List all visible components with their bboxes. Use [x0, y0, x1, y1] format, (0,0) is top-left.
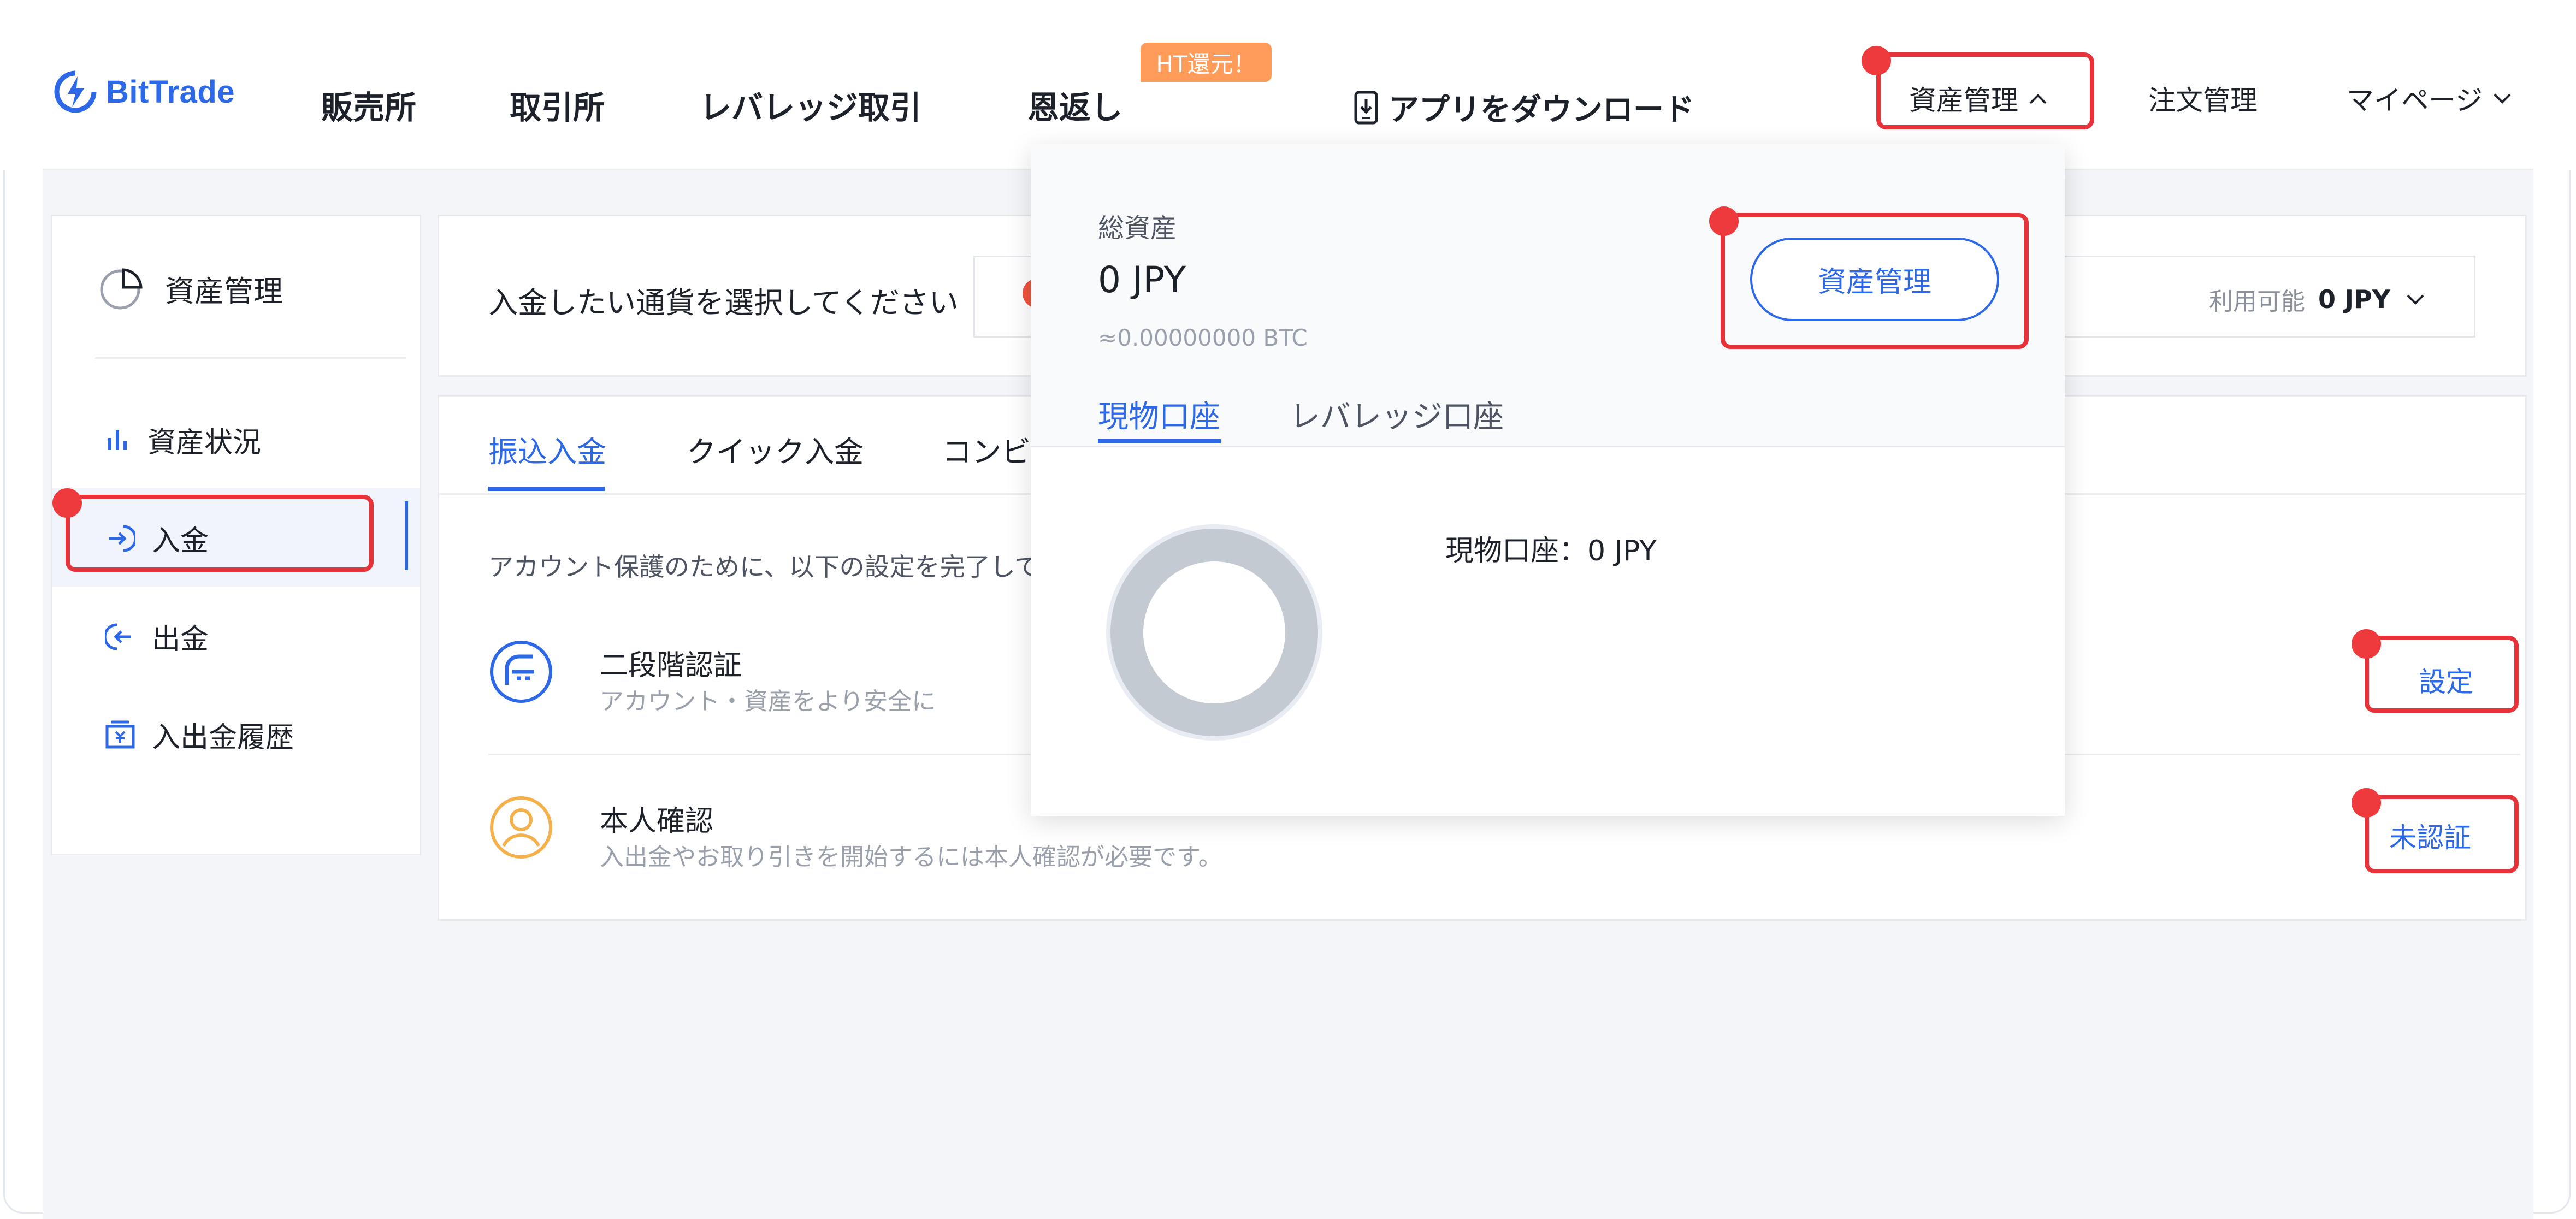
- nav-orders[interactable]: 注文管理: [2148, 79, 2258, 118]
- nav-orders-label: 注文管理: [2148, 85, 2258, 116]
- sidebar-title: 資産管理: [98, 265, 283, 311]
- sidebar-item-label: 入出金履歴: [152, 721, 294, 754]
- sidebar-item-label: 資産状況: [147, 427, 262, 459]
- annotation-box-asset-button: [1721, 213, 2029, 349]
- sidebar-active-indicator: [405, 501, 408, 570]
- withdraw-arrow-icon: [105, 623, 131, 650]
- annotation-dot: [1862, 46, 1891, 75]
- sidebar-item-history[interactable]: 入出金履歴: [105, 714, 294, 755]
- active-tab-underline: [488, 487, 605, 491]
- tab-quick-deposit[interactable]: クイック入金: [687, 428, 864, 471]
- annotation-box-deposit: [66, 495, 374, 572]
- sidebar-item-asset-status[interactable]: 資産状況: [105, 419, 261, 460]
- identity-title: 本人確認: [600, 805, 714, 838]
- brand-name: BitTrade: [106, 74, 235, 110]
- tab-spot-account[interactable]: 現物口座: [1098, 392, 1220, 436]
- sidebar-item-withdraw[interactable]: 出金: [105, 616, 209, 657]
- sidebar-divider: [95, 357, 406, 359]
- phone-download-icon: [1354, 91, 1378, 124]
- annotation-box-nav-assets: [1876, 52, 2094, 129]
- nav-mypage-label: マイページ: [2347, 85, 2483, 116]
- bar-chart-icon: [108, 430, 127, 450]
- available-balance: 利用可能 0 JPY: [2209, 282, 2427, 317]
- annotation-dot: [1709, 206, 1739, 236]
- spot-account-balance: 現物口座：0 JPY: [1445, 535, 1657, 567]
- app-download-label: アプリをダウンロード: [1389, 92, 1694, 128]
- total-assets-label: 総資産: [1098, 213, 1177, 244]
- total-assets-value: 0 JPY: [1098, 259, 1186, 301]
- security-notice: アカウント保護のために、以下の設定を完了して: [488, 552, 1040, 582]
- asset-donut-chart: [1106, 524, 1322, 741]
- dropdown-active-tab-underline: [1098, 439, 1221, 443]
- identity-subtitle: 入出金やお取り引きを開始するには本人確認が必要です。: [600, 843, 1222, 871]
- bittrade-logo-icon: [54, 70, 97, 113]
- tab-convenience[interactable]: コンビ: [942, 428, 1031, 471]
- nav-mypage-menu[interactable]: マイページ: [2347, 79, 2513, 118]
- app-download-link[interactable]: アプリをダウンロード: [1354, 85, 1694, 129]
- total-assets-btc: ≈0.00000000 BTC: [1098, 324, 1308, 351]
- identity-icon: [490, 796, 552, 859]
- available-value: 0 JPY: [2318, 285, 2391, 314]
- currency-select-label: 入金したい通貨を選択してください: [488, 286, 959, 320]
- sidebar-item-label: 出金: [152, 623, 209, 656]
- two-factor-subtitle: アカウント・資産をより安全に: [600, 688, 936, 715]
- bittrade-logo[interactable]: BitTrade: [52, 66, 235, 118]
- chevron-down-icon[interactable]: [2403, 291, 2427, 307]
- available-label: 利用可能: [2209, 288, 2305, 316]
- chevron-down-icon: [2494, 93, 2511, 104]
- nav-item-sales[interactable]: 販売所: [321, 82, 416, 128]
- sidebar-title-label: 資産管理: [165, 274, 283, 309]
- annotation-dot: [2352, 629, 2381, 659]
- two-factor-title: 二段階認証: [600, 649, 742, 682]
- pie-chart-icon: [100, 268, 143, 310]
- two-factor-icon: [490, 641, 552, 703]
- tab-leverage-account[interactable]: レバレッジ口座: [1290, 392, 1504, 436]
- history-icon: [105, 720, 135, 748]
- annotation-box-setup: [2365, 636, 2519, 713]
- annotation-dot: [2352, 788, 2381, 818]
- ht-reward-badge: HT還元！: [1141, 43, 1272, 82]
- tab-bank-transfer[interactable]: 振込入金: [488, 428, 606, 471]
- annotation-box-identity: [2365, 795, 2519, 873]
- nav-item-leverage[interactable]: レバレッジ取引: [700, 82, 921, 128]
- annotation-dot: [52, 488, 82, 518]
- nav-item-exchange[interactable]: 取引所: [510, 82, 605, 128]
- nav-item-ongaeshi[interactable]: 恩返し: [1027, 82, 1122, 128]
